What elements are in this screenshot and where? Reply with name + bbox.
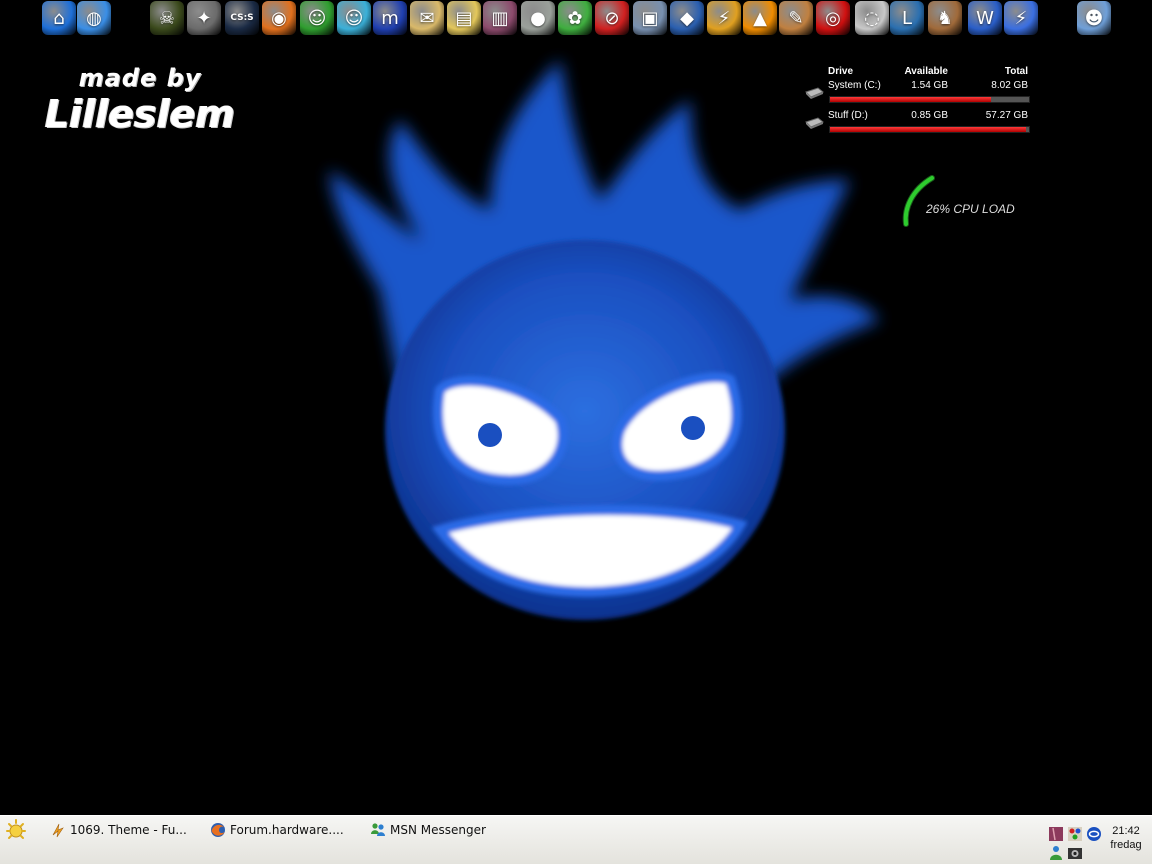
start-button[interactable] xyxy=(4,818,28,842)
cpu-load-label: 26% CPU LOAD xyxy=(926,202,1015,216)
word-icon[interactable]: W xyxy=(968,1,1002,35)
clock-day: fredag xyxy=(1110,839,1142,851)
palette-icon[interactable]: ✎ xyxy=(779,1,813,35)
msn-buddies-2-icon[interactable]: ☺ xyxy=(337,1,371,35)
winamp-icon xyxy=(52,823,64,838)
desktop: ⌂ ◍ ☠ ✦ CS:S ◉ ☺ ☺ m ✉ ▤ ▥ ● ✿ ⊘ ▣ ◆ ⚡ ▲ ✎ ◎ ◌ L ♞ W ⚡ ☻ made by L… xyxy=(0,0,1152,815)
drive-header: Drive Available Total xyxy=(802,66,1034,80)
drive-name: System (C:) xyxy=(828,80,881,91)
home-icon[interactable]: ⌂ xyxy=(42,1,76,35)
firefox-icon xyxy=(211,823,225,837)
cd-icon[interactable]: ◌ xyxy=(855,1,889,35)
vlc-icon[interactable]: ▲ xyxy=(743,1,777,35)
drive-usage-fill xyxy=(830,127,1026,132)
drive-row-d[interactable]: Stuff (D:) 0.85 GB 57.27 GB xyxy=(802,110,1034,140)
winamp-icon[interactable]: ⚡ xyxy=(707,1,741,35)
cpu-load-widget: 26% CPU LOAD xyxy=(900,172,1040,228)
right-pupil xyxy=(681,416,705,440)
taskbar-item-firefox[interactable]: Forum.hardware.... xyxy=(210,820,344,840)
yoshi-icon[interactable]: ✿ xyxy=(558,1,592,35)
user-icon[interactable]: ☻ xyxy=(1077,1,1111,35)
palette-tray-icon[interactable] xyxy=(1067,826,1083,842)
firefox-icon[interactable]: ◉ xyxy=(262,1,296,35)
drive-row-c[interactable]: System (C:) 1.54 GB 8.02 GB xyxy=(802,80,1034,110)
clock[interactable]: 21:42 fredag xyxy=(1104,824,1148,852)
ie-tray-icon[interactable] xyxy=(1086,826,1102,842)
taskbar: 1069. Theme - Fu... Forum.hardware.... M… xyxy=(0,815,1152,864)
paint-bucket-icon[interactable]: ◆ xyxy=(670,1,704,35)
total-column-header: Total xyxy=(1004,66,1028,77)
no-sign-icon[interactable]: ⊘ xyxy=(595,1,629,35)
target-icon[interactable]: ◎ xyxy=(816,1,850,35)
taskbar-item-winamp[interactable]: 1069. Theme - Fu... xyxy=(50,820,187,840)
drive-space-widget: Drive Available Total System (C:) 1.54 G… xyxy=(802,66,1034,140)
wallpaper-tray-icon[interactable] xyxy=(1048,826,1064,842)
camera-tray-icon[interactable] xyxy=(1067,845,1083,861)
drive-available: 1.54 GB xyxy=(911,80,948,91)
taskbar-item-label: MSN Messenger xyxy=(390,823,486,837)
msn-tray-icon[interactable] xyxy=(1048,845,1064,861)
circle-app-icon[interactable]: ● xyxy=(521,1,555,35)
msn-buddies-icon[interactable]: ☺ xyxy=(300,1,334,35)
cpu-arc-icon xyxy=(902,175,935,227)
l-app-icon[interactable]: L xyxy=(890,1,924,35)
wallpaper-icon[interactable]: ▥ xyxy=(483,1,517,35)
drive-total: 8.02 GB xyxy=(991,80,1028,91)
squirrel-icon[interactable]: ♞ xyxy=(928,1,962,35)
drive-usage-bar xyxy=(829,96,1030,103)
envelope-icon[interactable]: ✉ xyxy=(410,1,444,35)
available-column-header: Available xyxy=(904,66,948,77)
taskbar-item-label: Forum.hardware.... xyxy=(230,823,344,837)
author-name: Lilleslem xyxy=(44,92,236,136)
monitor-icon[interactable]: ▣ xyxy=(633,1,667,35)
drive-available: 0.85 GB xyxy=(911,110,948,121)
lightning-icon[interactable]: ⚡ xyxy=(1004,1,1038,35)
css-game-icon[interactable]: CS:S xyxy=(225,1,259,35)
made-by-label: made by xyxy=(78,64,202,92)
taskbar-item-msn[interactable]: MSN Messenger xyxy=(370,820,486,840)
mirc-icon[interactable]: m xyxy=(373,1,407,35)
drive-usage-fill xyxy=(830,97,992,102)
msn-icon xyxy=(371,823,385,836)
left-pupil xyxy=(478,423,502,447)
game-monster-icon[interactable]: ☠ xyxy=(150,1,184,35)
clock-time: 21:42 xyxy=(1112,825,1140,837)
internet-globe-icon[interactable]: ◍ xyxy=(77,1,111,35)
folder-icon[interactable]: ▤ xyxy=(447,1,481,35)
counter-strike-icon[interactable]: ✦ xyxy=(187,1,221,35)
drive-column-header: Drive xyxy=(828,66,854,77)
drive-usage-bar xyxy=(829,126,1030,133)
top-dock: ⌂ ◍ ☠ ✦ CS:S ◉ ☺ ☺ m ✉ ▤ ▥ ● ✿ ⊘ ▣ ◆ ⚡ ▲ ✎ ◎ ◌ L ♞ W ⚡ ☻ xyxy=(0,0,1152,38)
drive-name: Stuff (D:) xyxy=(828,110,868,121)
taskbar-item-label: 1069. Theme - Fu... xyxy=(70,823,187,837)
drive-total: 57.27 GB xyxy=(985,110,1028,121)
signature-text: made by Lilleslem xyxy=(40,64,240,136)
